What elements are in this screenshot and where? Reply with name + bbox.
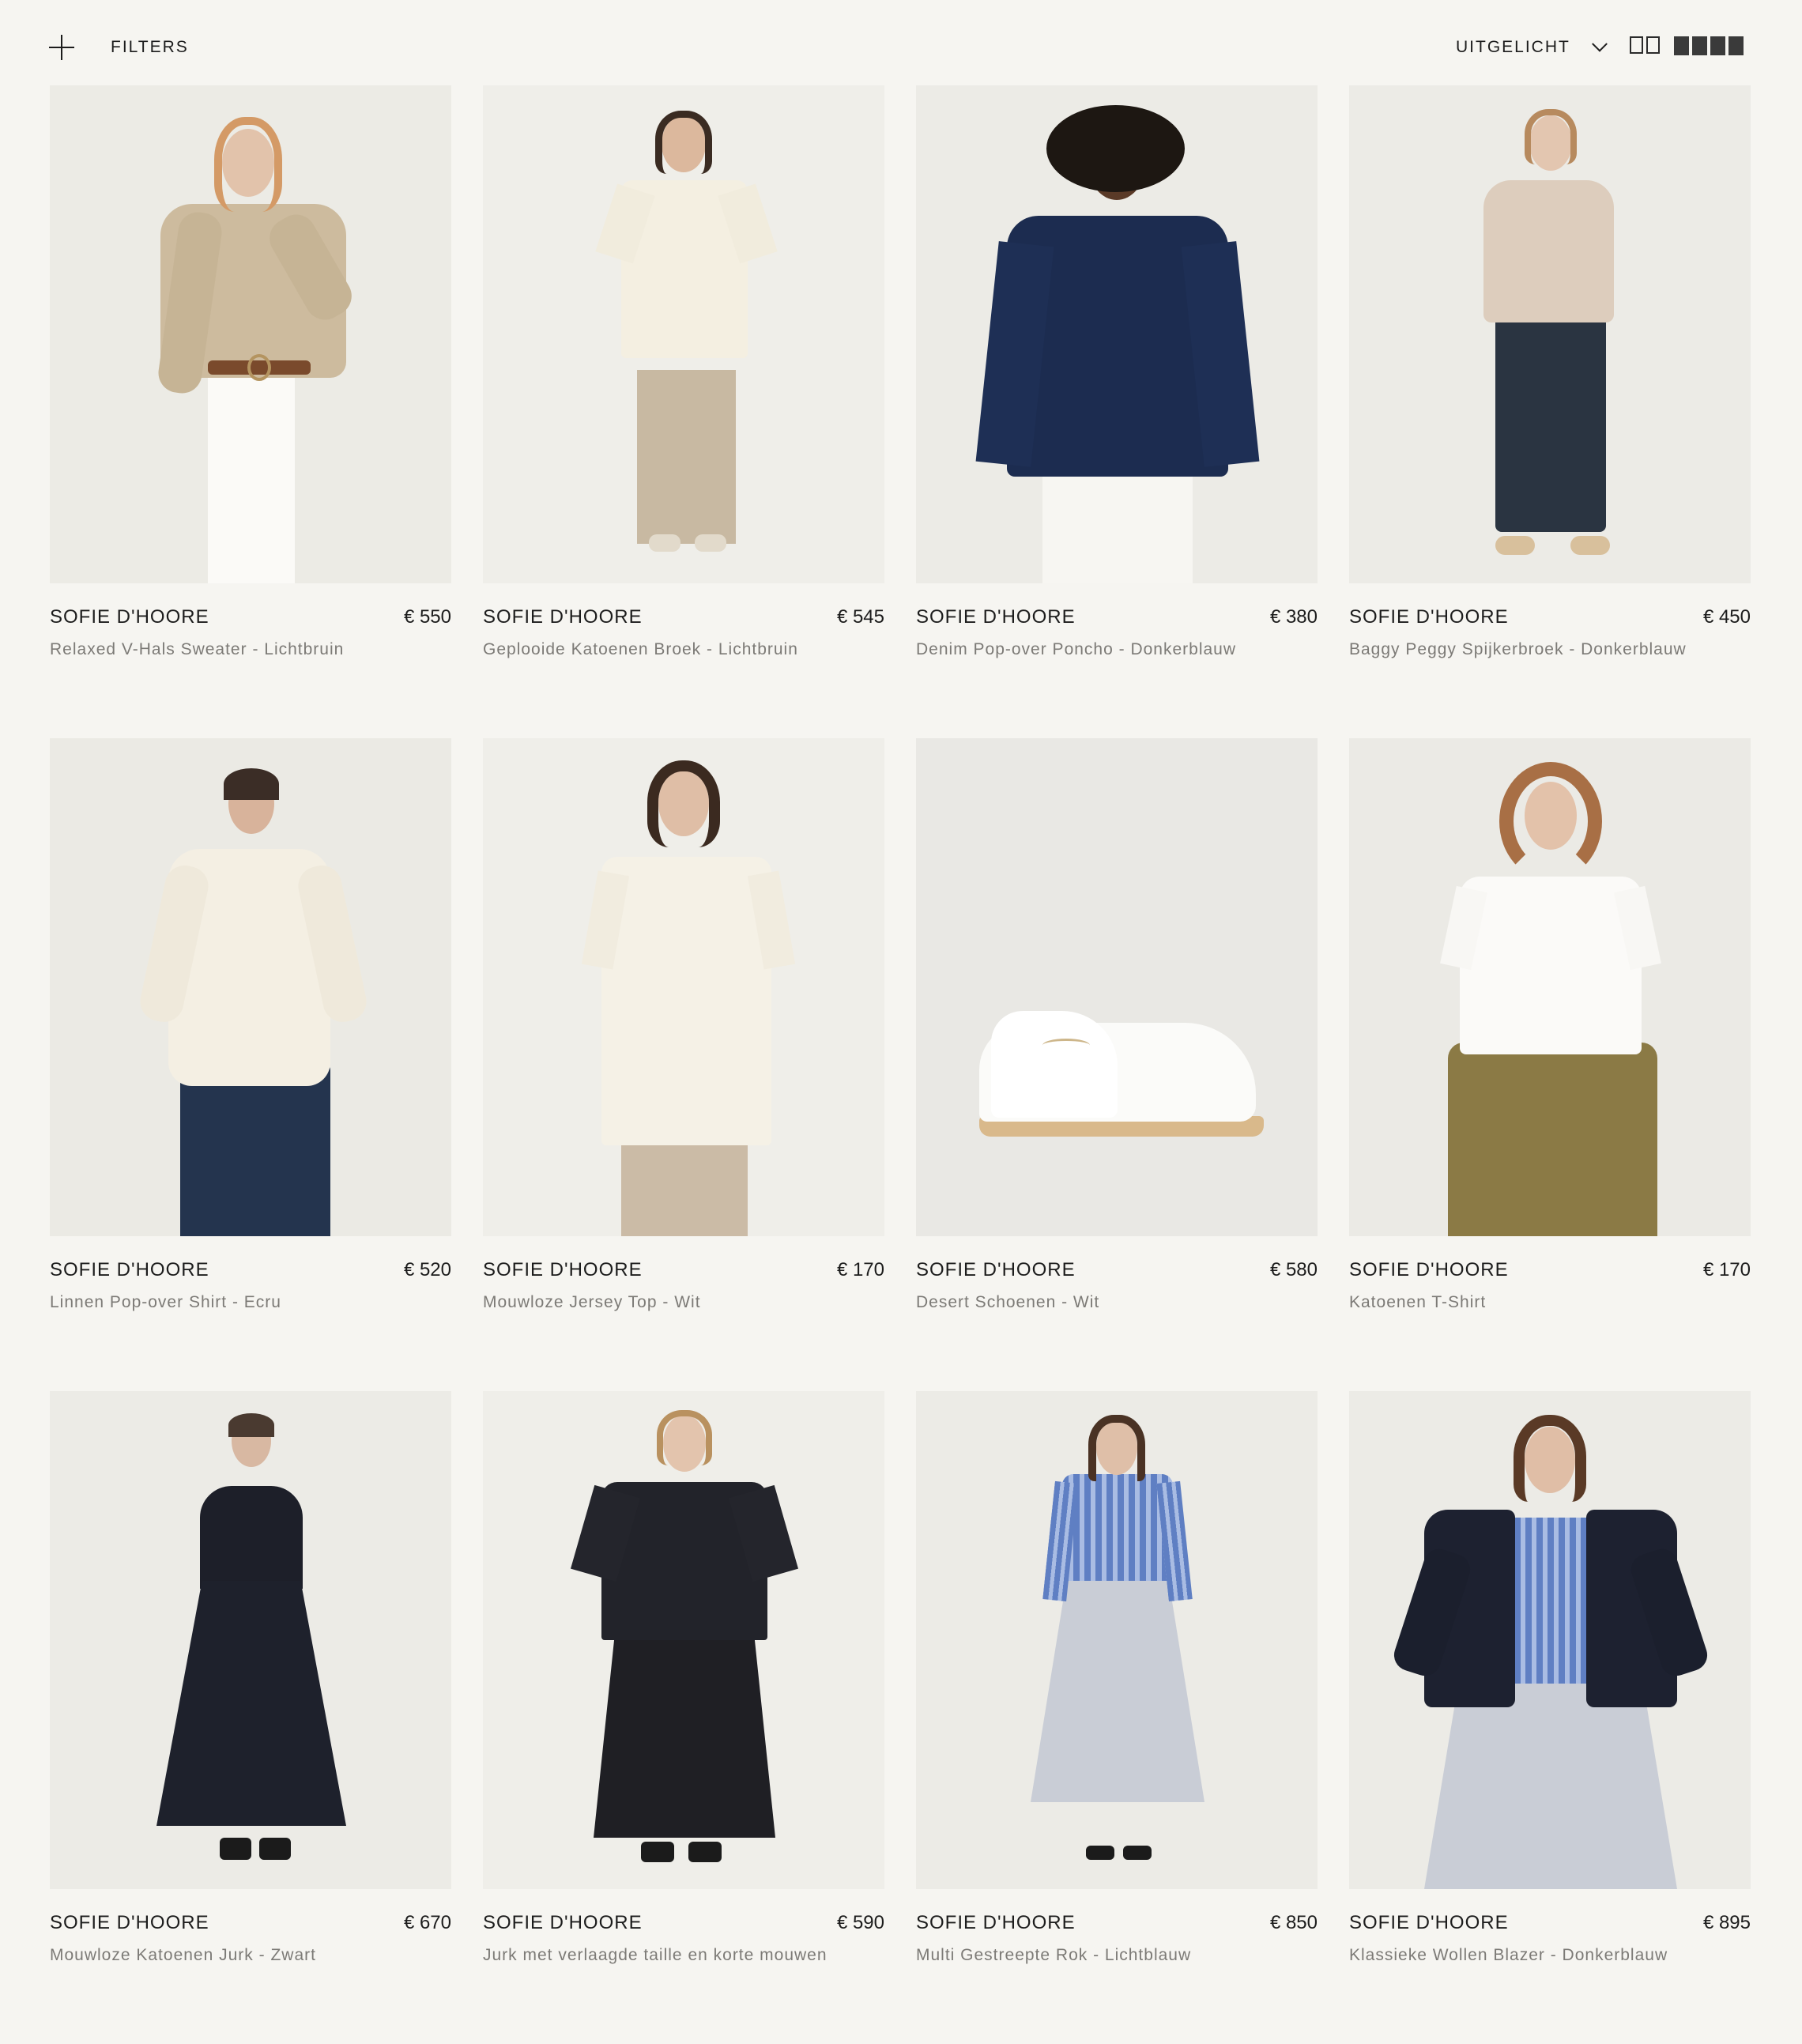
product-card[interactable]: SOFIE D'HOORE € 590 Jurk met verlaagde ta… [483,1391,884,2044]
grid-2-columns-button[interactable] [1630,36,1660,58]
product-name: Mouwloze Jersey Top - Wit [483,1293,701,1311]
product-image[interactable] [483,1391,884,1889]
product-name: Katoenen T-Shirt [1349,1293,1487,1311]
product-name: Baggy Peggy Spijkerbroek - Donkerblauw [1349,640,1687,658]
product-brand: SOFIE D'HOORE [1349,606,1509,628]
filters-label: FILTERS [111,38,189,56]
product-name: Mouwloze Katoenen Jurk - Zwart [50,1946,316,1964]
product-card[interactable]: SOFIE D'HOORE € 670 Mouwloze Katoenen Jur… [50,1391,451,2044]
toolbar: FILTERS UITGELICHT [0,0,1802,85]
product-card[interactable]: SOFIE D'HOORE € 520 Linnen Pop-over Shirt… [50,738,451,1391]
grid-cell-icon [1728,36,1744,55]
grid-cell-icon [1646,36,1660,54]
product-card[interactable]: SOFIE D'HOORE € 170 Katoenen T-Shirt [1349,738,1751,1391]
product-image[interactable] [483,85,884,583]
product-brand: SOFIE D'HOORE [50,1912,209,1933]
product-name: Desert Schoenen - Wit [916,1293,1100,1311]
product-name: Denim Pop-over Poncho - Donkerblauw [916,640,1237,658]
product-image[interactable] [50,1391,451,1889]
product-grid: SOFIE D'HOORE € 550 Relaxed V-Hals Sweate… [50,85,1754,2044]
product-price: € 170 [1702,1259,1751,1280]
product-price: € 670 [403,1912,451,1933]
product-brand: SOFIE D'HOORE [1349,1259,1509,1280]
product-price: € 895 [1702,1912,1751,1933]
product-brand: SOFIE D'HOORE [50,606,209,628]
product-price: € 550 [403,606,451,628]
product-price: € 380 [1269,606,1318,628]
product-brand: SOFIE D'HOORE [483,606,643,628]
product-image[interactable] [916,738,1318,1236]
grid-cell-icon [1630,36,1643,54]
chevron-down-icon [1591,36,1608,52]
product-image[interactable] [483,738,884,1236]
product-brand: SOFIE D'HOORE [483,1912,643,1933]
product-brand: SOFIE D'HOORE [50,1259,209,1280]
grid-cell-icon [1692,36,1707,55]
product-price: € 170 [836,1259,884,1280]
product-price: € 580 [1269,1259,1318,1280]
filters-button[interactable]: FILTERS [47,32,189,63]
product-image[interactable] [916,85,1318,583]
sort-label: UITGELICHT [1456,38,1570,56]
product-card[interactable]: SOFIE D'HOORE € 380 Denim Pop-over Poncho… [916,85,1318,738]
product-image[interactable] [916,1391,1318,1889]
product-name: Jurk met verlaagde taille en korte mouwe… [483,1946,827,1964]
product-price: € 545 [836,606,884,628]
product-name: Multi Gestreepte Rok - Lichtblauw [916,1946,1192,1964]
product-brand: SOFIE D'HOORE [483,1259,643,1280]
product-card[interactable]: SOFIE D'HOORE € 850 Multi Gestreepte Rok … [916,1391,1318,2044]
product-name: Linnen Pop-over Shirt - Ecru [50,1293,281,1311]
grid-cell-icon [1710,36,1725,55]
grid-4-columns-button[interactable] [1674,36,1744,58]
product-image[interactable] [50,85,451,583]
product-brand: SOFIE D'HOORE [916,1259,1076,1280]
grid-cell-icon [1674,36,1689,55]
product-price: € 590 [836,1912,884,1933]
product-card[interactable]: SOFIE D'HOORE € 170 Mouwloze Jersey Top -… [483,738,884,1391]
product-card[interactable]: SOFIE D'HOORE € 450 Baggy Peggy Spijkerbr… [1349,85,1751,738]
product-card[interactable]: SOFIE D'HOORE € 550 Relaxed V-Hals Sweate… [50,85,451,738]
product-image[interactable] [1349,738,1751,1236]
product-brand: SOFIE D'HOORE [1349,1912,1509,1933]
product-brand: SOFIE D'HOORE [916,606,1076,628]
product-card[interactable]: SOFIE D'HOORE € 895 Klassieke Wollen Blaz… [1349,1391,1751,2044]
product-card[interactable]: SOFIE D'HOORE € 545 Geplooide Katoenen Br… [483,85,884,738]
sort-select[interactable]: UITGELICHT [1456,32,1608,63]
product-price: € 450 [1702,606,1751,628]
product-price: € 520 [403,1259,451,1280]
product-name: Geplooide Katoenen Broek - Lichtbruin [483,640,798,658]
product-name: Klassieke Wollen Blazer - Donkerblauw [1349,1946,1668,1964]
product-image[interactable] [50,738,451,1236]
product-card[interactable]: SOFIE D'HOORE € 580 Desert Schoenen - Wit [916,738,1318,1391]
product-brand: SOFIE D'HOORE [916,1912,1076,1933]
product-price: € 850 [1269,1912,1318,1933]
product-image[interactable] [1349,85,1751,583]
product-image[interactable] [1349,1391,1751,1889]
product-name: Relaxed V-Hals Sweater - Lichtbruin [50,640,345,658]
plus-icon [47,33,76,62]
